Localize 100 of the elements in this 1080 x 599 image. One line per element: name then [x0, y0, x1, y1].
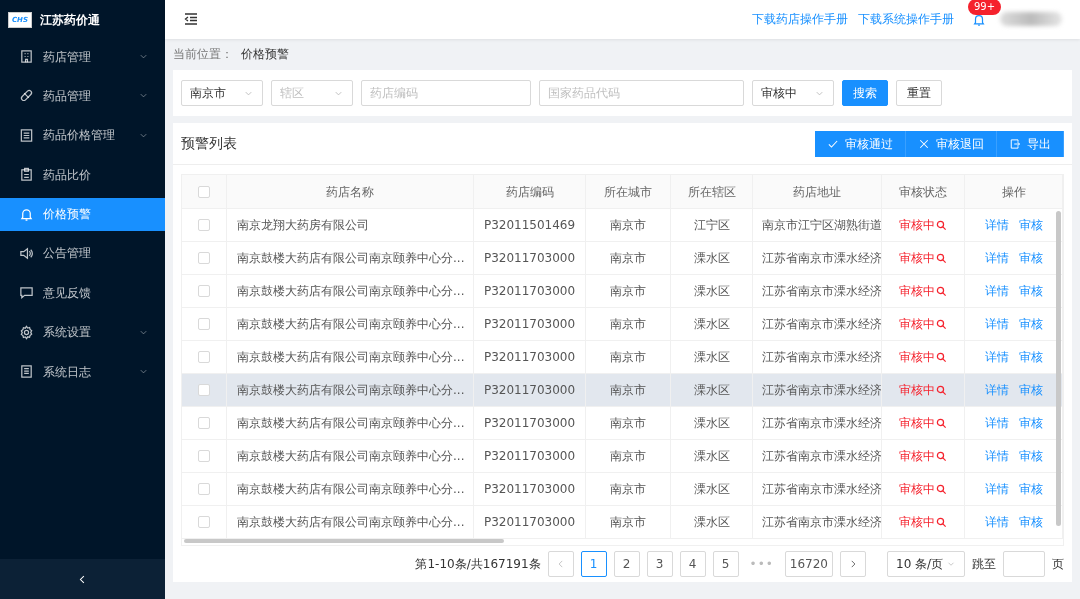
action-link[interactable]: 详情 — [984, 381, 1009, 399]
column-header: 所在辖区 — [687, 183, 736, 201]
action-button[interactable]: 审核通过 — [815, 130, 906, 157]
action-link[interactable]: 详情 — [984, 447, 1009, 465]
sidebar-item[interactable]: 意见反馈 — [0, 276, 165, 310]
input-field[interactable]: 国家药品代码 — [539, 80, 744, 106]
action-link[interactable]: 审核 — [1018, 513, 1043, 531]
table-cell: 江苏省南京市溧水经济 — [753, 242, 882, 275]
page-button[interactable]: 1 — [580, 551, 607, 577]
next-page-button[interactable] — [840, 551, 866, 577]
action-link[interactable]: 详情 — [984, 480, 1009, 498]
table-cell: 南京鼓楼大药店有限公司南京颐养中心分... — [227, 407, 474, 440]
checkbox[interactable] — [198, 417, 210, 429]
scrollbar[interactable] — [184, 539, 504, 543]
page-button[interactable]: 5 — [712, 551, 739, 577]
action-link[interactable]: 审核 — [1018, 249, 1043, 267]
search-icon — [936, 351, 947, 363]
manual-link[interactable]: 下载药店操作手册 — [752, 10, 848, 29]
action-link[interactable]: 详情 — [984, 249, 1009, 267]
table-cell: 南京鼓楼大药店有限公司南京颐养中心分... — [227, 242, 474, 275]
checkbox[interactable] — [198, 450, 210, 462]
table-cell: 南京市 — [586, 242, 671, 275]
sidebar-item[interactable]: 药品价格管理 — [0, 118, 165, 152]
table-cell: 南京龙翔大药房有限公司 — [227, 209, 474, 242]
status-label: 审核中 — [899, 249, 947, 267]
action-link[interactable]: 详情 — [984, 282, 1009, 300]
action-link[interactable]: 审核 — [1018, 216, 1043, 234]
page-button[interactable]: 2 — [613, 551, 640, 577]
sidebar-item[interactable]: 价格预警 — [0, 197, 165, 231]
bell-icon — [19, 206, 34, 222]
sidebar-item[interactable]: 药店管理 — [0, 40, 165, 73]
status-label: 审核中 — [899, 315, 947, 333]
table-cell: 溧水区 — [671, 374, 753, 407]
export-icon — [1009, 137, 1021, 150]
sidebar-item[interactable]: 药品管理 — [0, 79, 165, 113]
select-field[interactable]: 南京市 — [181, 80, 263, 106]
action-link[interactable]: 审核 — [1018, 480, 1043, 498]
sidebar-item[interactable]: 药品比价 — [0, 158, 165, 192]
column-header: 药店编码 — [505, 183, 554, 201]
status-label: 审核中 — [899, 381, 947, 399]
action-link[interactable]: 审核 — [1018, 414, 1043, 432]
action-link[interactable]: 审核 — [1018, 282, 1043, 300]
table-cell: 溧水区 — [671, 440, 753, 473]
sidebar-item[interactable]: 公告管理 — [0, 236, 165, 270]
sidebar-item[interactable]: 系统设置 — [0, 315, 165, 349]
action-link[interactable]: 详情 — [984, 216, 1009, 234]
status-label: 审核中 — [899, 414, 947, 432]
action-link[interactable]: 详情 — [984, 513, 1009, 531]
search-icon — [936, 450, 947, 462]
pagination-summary: 第1-10条/共167191条 — [415, 556, 541, 573]
checkbox[interactable] — [198, 483, 210, 495]
menu-fold-icon[interactable] — [183, 11, 199, 28]
action-link[interactable]: 审核 — [1018, 381, 1043, 399]
checkbox[interactable] — [198, 219, 210, 231]
sidebar-item[interactable]: 系统日志 — [0, 355, 165, 389]
status-label: 审核中 — [899, 348, 947, 366]
table-cell: 南京市江宁区湖熟街道 — [753, 209, 882, 242]
checkbox[interactable] — [198, 516, 210, 528]
clipboard-icon — [19, 167, 34, 183]
column-header: 药店名称 — [326, 183, 374, 201]
scrollbar[interactable] — [1056, 211, 1061, 526]
search-button[interactable]: 搜索 — [842, 80, 888, 106]
action-link[interactable]: 详情 — [984, 315, 1009, 333]
action-button[interactable]: 审核退回 — [906, 130, 997, 157]
table-cell: 江苏省南京市溧水经济 — [753, 473, 882, 506]
checkbox[interactable] — [198, 318, 210, 330]
action-link[interactable]: 详情 — [984, 414, 1009, 432]
close-icon — [918, 137, 930, 150]
select-field[interactable]: 审核中 — [752, 80, 834, 106]
page-button[interactable]: 4 — [679, 551, 706, 577]
building-icon — [19, 49, 34, 64]
action-button[interactable]: 导出 — [997, 130, 1064, 157]
breadcrumb-current: 价格预警 — [241, 46, 289, 64]
table-cell: P32011501469 — [474, 209, 586, 242]
table-cell: P32011703000 — [474, 242, 586, 275]
document-icon — [19, 127, 34, 143]
checkbox[interactable] — [198, 252, 210, 264]
page-button[interactable]: 16720 — [784, 551, 833, 577]
checkbox[interactable] — [198, 185, 210, 198]
table-cell: 溧水区 — [671, 407, 753, 440]
prev-page-button[interactable] — [547, 551, 574, 577]
table-cell: 南京市 — [586, 506, 671, 539]
page-button[interactable]: 3 — [646, 551, 673, 577]
user-avatar[interactable] — [1000, 12, 1062, 27]
action-link[interactable]: 审核 — [1018, 315, 1043, 333]
checkbox[interactable] — [198, 351, 210, 363]
table-cell: 溧水区 — [671, 308, 753, 341]
action-link[interactable]: 审核 — [1018, 447, 1043, 465]
table-cell: P32011703000 — [474, 440, 586, 473]
action-link[interactable]: 详情 — [984, 348, 1009, 366]
input-field[interactable]: 药店编码 — [361, 80, 531, 106]
checkbox[interactable] — [198, 285, 210, 297]
checkbox[interactable] — [198, 384, 210, 396]
page-input[interactable] — [1003, 551, 1045, 577]
manual-link[interactable]: 下载系统操作手册 — [858, 10, 954, 29]
action-link[interactable]: 审核 — [1018, 348, 1043, 366]
bell-icon[interactable] — [972, 12, 986, 27]
table-cell: 南京鼓楼大药店有限公司南京颐养中心分... — [227, 308, 474, 341]
page-size-select[interactable]: 10 条/页 — [887, 551, 965, 577]
reset-button[interactable]: 重置 — [896, 80, 942, 106]
